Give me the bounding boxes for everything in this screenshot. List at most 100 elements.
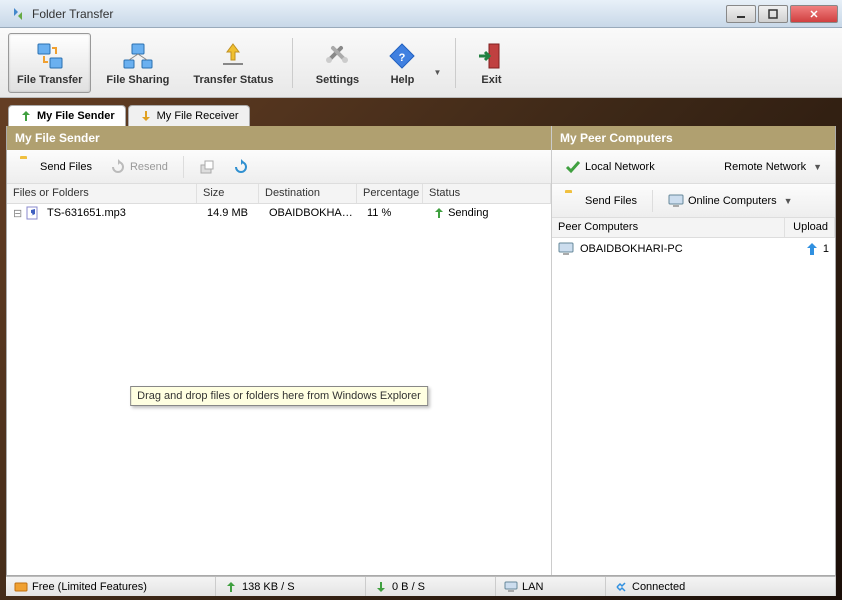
- col-status[interactable]: Status: [423, 184, 551, 203]
- peer-row[interactable]: OBAIDBOKHARI-PC 1: [552, 238, 835, 260]
- sender-tab-icon: [19, 109, 33, 123]
- status-network-type: LAN: [496, 577, 606, 596]
- app-icon: [10, 6, 26, 22]
- maximize-button[interactable]: [758, 5, 788, 23]
- window-title: Folder Transfer: [32, 7, 726, 21]
- resend-label: Resend: [130, 161, 168, 173]
- file-sharing-button[interactable]: File Sharing: [97, 33, 178, 93]
- col-peer-name[interactable]: Peer Computers: [552, 218, 785, 237]
- license-icon: [14, 580, 28, 594]
- transfer-status-label: Transfer Status: [193, 74, 273, 86]
- statusbar: Free (Limited Features) 138 KB / S 0 B /…: [6, 576, 836, 596]
- local-network-label: Local Network: [585, 161, 655, 173]
- peer-send-label: Send Files: [585, 195, 637, 207]
- tree-collapse-icon[interactable]: ⊟: [13, 207, 25, 220]
- exit-icon: [475, 40, 507, 72]
- upload-count: 1: [823, 243, 829, 255]
- file-sharing-icon: [122, 40, 154, 72]
- table-row[interactable]: ⊟ TS-631651.mp3 14.9 MB OBAIDBOKHAR... 1…: [7, 204, 551, 222]
- cell-status: Sending: [427, 207, 545, 219]
- online-computers-button[interactable]: Online Computers ▼: [661, 189, 800, 213]
- settings-icon: [321, 40, 353, 72]
- file-sharing-label: File Sharing: [106, 74, 169, 86]
- computer-icon: [558, 241, 574, 257]
- file-list-body[interactable]: ⊟ TS-631651.mp3 14.9 MB OBAIDBOKHAR... 1…: [7, 204, 551, 575]
- titlebar: Folder Transfer: [0, 0, 842, 28]
- separator: [183, 156, 184, 178]
- minimize-button[interactable]: [726, 5, 756, 23]
- checkmark-icon: [565, 159, 581, 175]
- col-size[interactable]: Size: [197, 184, 259, 203]
- file-transfer-icon: [34, 40, 66, 72]
- resend-button[interactable]: Resend: [103, 155, 175, 179]
- lan-icon: [504, 580, 518, 594]
- remote-network-button[interactable]: Remote Network ▼: [717, 157, 829, 177]
- chevron-down-icon: ▼: [784, 196, 793, 206]
- help-icon: ?: [386, 40, 418, 72]
- network-toolbar: Local Network Remote Network ▼: [552, 150, 835, 184]
- monitor-icon: [668, 193, 684, 209]
- cell-filename: TS-631651.mp3: [41, 207, 201, 219]
- transfer-status-button[interactable]: Transfer Status: [184, 33, 282, 93]
- clear-button[interactable]: [192, 155, 222, 179]
- toolbar-separator: [455, 38, 456, 88]
- clear-icon: [199, 159, 215, 175]
- refresh-icon: [233, 159, 249, 175]
- tabbar: My File Sender My File Receiver: [0, 102, 842, 126]
- toolbar-separator: [292, 38, 293, 88]
- upload-arrow-icon: [805, 242, 819, 256]
- online-computers-label: Online Computers: [688, 195, 777, 207]
- cell-destination: OBAIDBOKHAR...: [263, 207, 361, 219]
- refresh-button[interactable]: [226, 155, 256, 179]
- sender-toolbar: Send Files Resend: [7, 150, 551, 184]
- col-destination[interactable]: Destination: [259, 184, 357, 203]
- settings-button[interactable]: Settings: [303, 33, 371, 93]
- help-button[interactable]: ? Help: [377, 33, 427, 93]
- peer-list-header: Peer Computers Upload: [552, 218, 835, 238]
- send-files-label: Send Files: [40, 161, 92, 173]
- peer-toolbar: Send Files Online Computers ▼: [552, 184, 835, 218]
- col-files[interactable]: Files or Folders: [7, 184, 197, 203]
- svg-text:?: ?: [399, 52, 406, 64]
- sender-pane-title: My File Sender: [7, 126, 551, 150]
- separator: [652, 190, 653, 212]
- exit-button[interactable]: Exit: [466, 33, 516, 93]
- peer-name: OBAIDBOKHARI-PC: [580, 243, 805, 255]
- send-files-button[interactable]: Send Files: [13, 155, 99, 179]
- sender-pane: My File Sender Send Files Resend: [7, 126, 552, 575]
- audio-file-icon: [25, 206, 39, 220]
- receiver-tab-icon: [139, 109, 153, 123]
- tab-my-file-receiver[interactable]: My File Receiver: [128, 105, 250, 126]
- status-license: Free (Limited Features): [6, 577, 216, 596]
- main-content: My File Sender Send Files Resend: [6, 126, 836, 576]
- status-connection: Connected: [606, 577, 836, 596]
- exit-label: Exit: [481, 74, 501, 86]
- cell-percentage: 11 %: [361, 207, 427, 219]
- main-toolbar: File Transfer File Sharing Transfer Stat…: [0, 28, 842, 98]
- col-percentage[interactable]: Percentage: [357, 184, 423, 203]
- cell-size: 14.9 MB: [201, 207, 263, 219]
- status-download-speed: 0 B / S: [366, 577, 496, 596]
- peer-pane: My Peer Computers Local Network Remote N…: [552, 126, 835, 575]
- folder-send-icon: [20, 159, 36, 175]
- col-upload[interactable]: Upload: [785, 218, 835, 237]
- status-upload-speed: 138 KB / S: [216, 577, 366, 596]
- local-network-button[interactable]: Local Network: [558, 155, 662, 179]
- drop-hint-tooltip: Drag and drop files or folders here from…: [130, 386, 428, 406]
- peer-send-files-button[interactable]: Send Files: [558, 189, 644, 213]
- folder-send-icon: [565, 193, 581, 209]
- help-dropdown-arrow[interactable]: ▼: [433, 48, 445, 77]
- connected-icon: [614, 580, 628, 594]
- close-button[interactable]: [790, 5, 838, 23]
- peer-pane-title: My Peer Computers: [552, 126, 835, 150]
- file-transfer-button[interactable]: File Transfer: [8, 33, 91, 93]
- resend-icon: [110, 159, 126, 175]
- tab-label: My File Receiver: [157, 110, 239, 122]
- tab-my-file-sender[interactable]: My File Sender: [8, 105, 126, 126]
- help-label: Help: [391, 74, 415, 86]
- settings-label: Settings: [316, 74, 359, 86]
- peer-list-body[interactable]: OBAIDBOKHARI-PC 1: [552, 238, 835, 575]
- transfer-status-icon: [217, 40, 249, 72]
- file-list-header: Files or Folders Size Destination Percen…: [7, 184, 551, 204]
- chevron-down-icon: ▼: [813, 162, 822, 172]
